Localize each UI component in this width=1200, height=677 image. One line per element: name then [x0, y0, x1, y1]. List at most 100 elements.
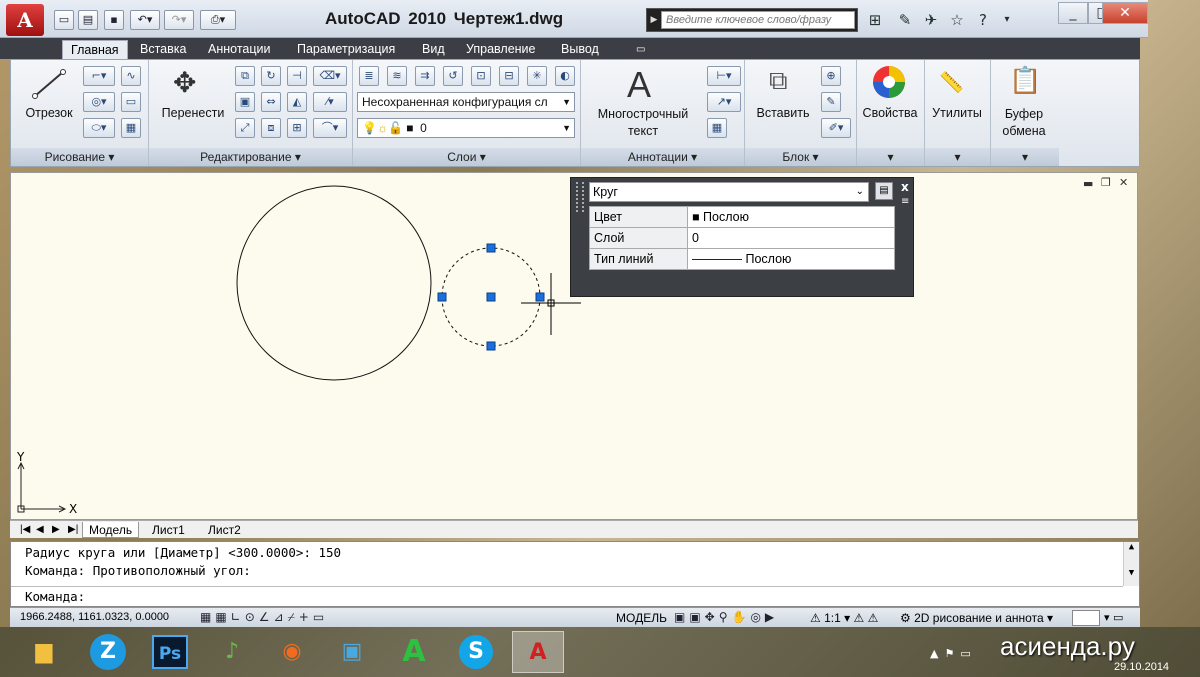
grip-left[interactable] — [437, 292, 447, 302]
mirror-icon[interactable]: ◭ — [287, 92, 307, 112]
panel-close-icon[interactable]: x — [901, 180, 909, 194]
hatch-icon[interactable]: ▦ — [121, 118, 141, 138]
break-icon[interactable]: ⁄▾ — [313, 92, 347, 112]
wrench-icon[interactable]: ✎ — [894, 9, 916, 31]
clipboard-button[interactable]: Буфер обмена — [991, 106, 1057, 140]
dimension-icon[interactable]: ⊢▾ — [707, 66, 741, 86]
model-space-button[interactable]: МОДЕЛЬ — [616, 611, 667, 625]
grip-right[interactable] — [535, 292, 545, 302]
edit-block-icon[interactable]: ✎ — [821, 92, 841, 112]
fillet-icon[interactable]: ⌒▾ — [313, 118, 347, 138]
tab-home[interactable]: Главная — [62, 40, 128, 59]
insert-button[interactable]: Вставить — [747, 106, 819, 120]
panel-layers-title[interactable]: Слои ▾ — [353, 148, 580, 166]
grip-center[interactable] — [486, 292, 496, 302]
table-row[interactable]: Цвет ■ Послою — [589, 206, 895, 228]
skype-icon[interactable]: S — [450, 631, 502, 673]
table-icon[interactable]: ▦ — [707, 118, 727, 138]
utilities-expand-icon[interactable]: ▾ — [925, 148, 990, 166]
panel-draw-title[interactable]: Рисование ▾ — [11, 148, 148, 166]
drawing-minimize-icon[interactable]: ▬ — [1083, 177, 1093, 190]
tab-view[interactable]: Вид — [414, 40, 453, 59]
tab-layout1[interactable]: Лист1 — [146, 522, 191, 538]
layer-off-icon[interactable]: ◐ — [555, 66, 575, 86]
photoshop-icon[interactable]: Ps — [144, 631, 196, 673]
copy-icon[interactable]: ⧉ — [235, 66, 255, 86]
layer-properties-icon[interactable]: ≣ — [359, 66, 379, 86]
properties-expand-icon[interactable]: ▾ — [857, 148, 924, 166]
property-value[interactable]: ———— Послою — [687, 248, 895, 270]
circle-large[interactable] — [236, 185, 432, 381]
move-button[interactable]: Перенести — [155, 106, 231, 120]
offset-icon[interactable]: ⧈ — [261, 118, 281, 138]
table-row[interactable]: Слой 0 — [589, 227, 895, 249]
workspace-switch[interactable]: ⚙ 2D рисование и аннота ▾ — [900, 611, 1053, 625]
drafting-toggles[interactable]: ▦▦∟⊙∠⊿⌿+▭ — [200, 610, 328, 625]
search-input[interactable]: Введите ключевое слово/фразу — [661, 11, 855, 29]
redo-icon[interactable]: ↷▾ — [164, 10, 194, 30]
array-rect-icon[interactable]: ⊞ — [287, 118, 307, 138]
lock-ui-icon[interactable] — [1072, 610, 1100, 626]
clipboard-expand-icon[interactable]: ▾ — [991, 148, 1059, 166]
tab-layout2[interactable]: Лист2 — [202, 522, 247, 538]
layer-match-icon[interactable]: ⇉ — [415, 66, 435, 86]
tab-parametric[interactable]: Параметризация — [289, 40, 403, 59]
command-scrollbar[interactable]: ▲ ▼ — [1123, 542, 1139, 586]
save-icon[interactable]: ▪ — [104, 10, 124, 30]
drawing-close-icon[interactable]: ✕ — [1119, 176, 1128, 189]
ribbon-minimize-icon[interactable]: ▭ — [628, 40, 653, 59]
viewport-tools[interactable]: ▣▣✥⚲✋◎▶ — [674, 610, 778, 624]
spline-icon[interactable]: ∿ — [121, 66, 141, 86]
properties-button[interactable]: Свойства — [857, 106, 923, 120]
firefox-icon[interactable]: ◉ — [266, 631, 318, 673]
leader-icon[interactable]: ↗▾ — [707, 92, 741, 112]
rectangle-icon[interactable]: ▭ — [121, 92, 141, 112]
trim-icon[interactable]: ⊣ — [287, 66, 307, 86]
autocad-2010-icon[interactable]: A — [512, 631, 564, 673]
layer-combo[interactable]: 💡☼🔓 ■ 0 ▼ — [357, 118, 575, 138]
customize-icon[interactable]: ▤ — [875, 182, 893, 200]
attribute-icon[interactable]: ✐▾ — [821, 118, 851, 138]
tab-insert[interactable]: Вставка — [132, 40, 194, 59]
zapp-icon[interactable]: Z — [82, 631, 134, 673]
panel-annotation-title[interactable]: Аннотации ▾ — [581, 148, 744, 166]
create-block-icon[interactable]: ⊕ — [821, 66, 841, 86]
help-dropdown-icon[interactable]: ▾ — [996, 9, 1018, 31]
new-icon[interactable]: ▭ — [54, 10, 74, 30]
layer-freeze-icon[interactable]: ✳ — [527, 66, 547, 86]
erase-icon[interactable]: ⌫▾ — [313, 66, 347, 86]
circle-tool-icon[interactable]: ◎▾ — [83, 92, 115, 112]
help-icon[interactable]: ? — [972, 9, 994, 31]
image-viewer-icon[interactable]: ▣ — [326, 631, 378, 673]
drawing-restore-icon[interactable]: ❐ — [1101, 176, 1111, 189]
annotation-scale[interactable]: ⚠ 1:1 ▾ ⚠ ⚠ — [810, 611, 878, 625]
utilities-button[interactable]: Утилиты — [925, 106, 989, 120]
ellipse-icon[interactable]: ⬭▾ — [83, 118, 115, 138]
layer-state-icon[interactable]: ≋ — [387, 66, 407, 86]
tray-icons[interactable]: ▲⚑▭ — [930, 647, 977, 660]
array-icon[interactable]: ▣ — [235, 92, 255, 112]
property-value[interactable]: ■ Послою — [687, 206, 895, 228]
tab-model[interactable]: Модель — [82, 522, 140, 538]
polyline-icon[interactable]: ⌐▾ — [83, 66, 115, 86]
application-menu-button[interactable]: A — [6, 4, 44, 36]
search-expand-icon[interactable]: ▶ — [647, 9, 661, 31]
statusbar-menu-icon[interactable]: ▾ ▭ — [1104, 611, 1123, 624]
layer-previous-icon[interactable]: ↺ — [443, 66, 463, 86]
stretch-icon[interactable]: ⇔ — [261, 92, 281, 112]
minimize-button[interactable]: _ — [1058, 2, 1088, 24]
favorites-star-icon[interactable]: ☆ — [946, 9, 968, 31]
layer-unisolate-icon[interactable]: ⊟ — [499, 66, 519, 86]
layer-state-combo[interactable]: Несохраненная конфигурация сл ▼ — [357, 92, 575, 112]
line-button[interactable]: Отрезок — [15, 106, 83, 120]
open-icon[interactable]: ▤ — [78, 10, 98, 30]
panel-grip-handle[interactable] — [576, 182, 584, 212]
binoculars-icon[interactable]: ⊞ — [864, 9, 886, 31]
tab-annotate[interactable]: Аннотации — [200, 40, 278, 59]
layer-isolate-icon[interactable]: ⊡ — [471, 66, 491, 86]
grip-top[interactable] — [486, 243, 496, 253]
panel-options-icon[interactable]: ≡ — [901, 196, 909, 207]
autocad-lt-icon[interactable]: A — [388, 631, 440, 673]
explorer-icon[interactable]: ▆ — [18, 631, 70, 673]
print-icon[interactable]: ⎙▾ — [200, 10, 236, 30]
